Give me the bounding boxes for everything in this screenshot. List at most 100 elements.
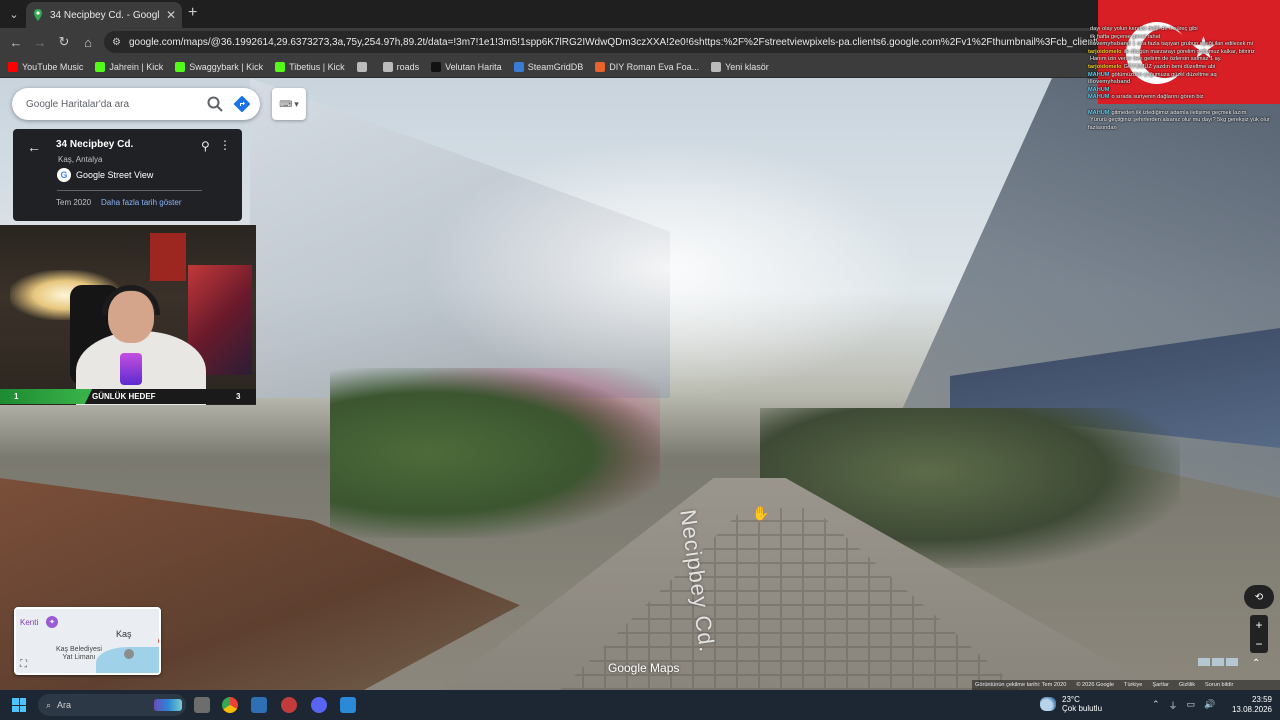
goal-label: GÜNLÜK HEDEF	[92, 392, 156, 401]
thumbnail[interactable]	[1226, 658, 1238, 666]
chat-username: illovemyhsband	[1088, 41, 1131, 48]
attribution-item[interactable]: Gizlilik	[1179, 682, 1195, 688]
tab-search-icon[interactable]: ⌄	[4, 4, 24, 24]
bookmark-item[interactable]: Yeni klasör	[711, 61, 769, 72]
chat-text: gitmeden ilk izlediğimiz adamla iletişim…	[1111, 109, 1247, 116]
layers-button[interactable]: ⌨ ▾	[272, 88, 306, 120]
back-arrow-icon[interactable]: ←	[27, 139, 41, 155]
bookmark-item[interactable]: Jahrein | Kick	[95, 61, 164, 72]
chrome-icon[interactable]	[222, 697, 238, 713]
location-pin-icon[interactable]: ⚲	[201, 139, 210, 153]
chat-message: Yürürü geçtiğiniz şehirlerden alsanız ol…	[1088, 117, 1278, 132]
weather-temp: 23°C	[1062, 695, 1080, 704]
browser-tab[interactable]: 34 Necipbey Cd. - Google Harit ✕	[26, 2, 182, 28]
bookmark-favicon-icon	[356, 61, 367, 72]
tab-strip: ⌄ 34 Necipbey Cd. - Google Harit ✕ +	[0, 0, 1280, 28]
site-info-icon[interactable]: ⚙	[112, 37, 121, 48]
streamer-webcam	[0, 225, 256, 405]
bookmark-item[interactable]: Swaggybark | Kick	[175, 61, 263, 72]
bookmark-item[interactable]: roads	[382, 61, 420, 72]
chevron-up-icon[interactable]: ⌃	[1152, 699, 1160, 712]
reload-icon[interactable]: ↻	[52, 30, 76, 54]
tab-title: 34 Necipbey Cd. - Google Harit	[50, 9, 160, 21]
forward-icon[interactable]: →	[28, 30, 52, 54]
capture-date: Tem 2020	[56, 198, 92, 207]
chat-message: illovemyhsband 1 sıra fazla taşıyan grubu…	[1088, 41, 1278, 49]
clock-date: 13.08.2026	[1231, 705, 1272, 714]
photo-thumbnails[interactable]	[1198, 658, 1238, 666]
google-maps-favicon-icon	[34, 9, 42, 21]
attribution-item[interactable]: Sorun bildir	[1205, 682, 1233, 688]
bookmark-item[interactable]: SteamGridDB	[513, 61, 583, 72]
new-tab-icon[interactable]: +	[188, 4, 197, 22]
compass-icon[interactable]: ⟲	[1244, 585, 1274, 609]
windows-taskbar: ⌕ Ara 23°C Çok bulutlu ⌃ ⏚ ▭ 🔊 23:59 13.…	[0, 690, 1280, 720]
bookmark-item[interactable]: DIY Roman Eva Foa...	[595, 61, 700, 72]
daily-goal-bar: 1 GÜNLÜK HEDEF 3	[0, 389, 256, 404]
google-maps-logo: Google Maps	[608, 661, 680, 675]
bookmark-item[interactable]: Tibetius | Kick	[275, 61, 345, 72]
street-view-panorama[interactable]: Necipbey Cd. ✋ Google Haritalar'da ara ⌨…	[0, 78, 1280, 690]
clock[interactable]: 23:59 13.08.2026	[1226, 695, 1272, 715]
bookmark-item[interactable]	[356, 61, 371, 72]
chat-message: MAHUM gitmeden ilk izlediğimiz adamla ile…	[1088, 110, 1278, 118]
stream-chat: dayı olay yolun kendisi değil de o süreç…	[1088, 26, 1278, 132]
weather-widget[interactable]: 23°C Çok bulutlu	[1040, 695, 1102, 713]
search-highlight-icon	[154, 699, 182, 711]
bookmark-label: DIY Roman Eva Foa...	[609, 61, 700, 72]
address-bar[interactable]: ⚙ google.com/maps/@36.1992614,29.6373273…	[104, 31, 1104, 53]
chat-text: dayı olay yolun kendisi değil de o süreç…	[1090, 26, 1198, 32]
marina-icon	[124, 649, 134, 659]
bookmark-favicon-icon	[382, 61, 393, 72]
zoom-control: + −	[1250, 615, 1268, 653]
bookmark-label: roads	[396, 61, 420, 72]
taskbar-search[interactable]: ⌕ Ara	[38, 694, 186, 716]
thumbnail[interactable]	[1198, 658, 1210, 666]
bookmark-favicon-icon	[431, 61, 442, 72]
zoom-in-button[interactable]: +	[1250, 615, 1268, 634]
search-icon[interactable]	[206, 95, 224, 113]
chat-username: MAHUM	[1088, 71, 1110, 78]
chat-username: MAHUM	[1088, 86, 1110, 93]
taskbar-search-label: Ara	[57, 700, 72, 710]
bookmark-favicon-icon	[175, 61, 186, 72]
chat-username: illovemyhsband	[1088, 79, 1131, 86]
chevron-up-icon[interactable]: ⌃	[1252, 658, 1260, 669]
usb-icon[interactable]: ⏚	[1169, 699, 1178, 712]
monitor-icon[interactable]: ▭	[1187, 699, 1196, 712]
place-address: 34 Necipbey Cd.	[56, 139, 134, 150]
volume-icon[interactable]: 🔊	[1204, 699, 1215, 712]
bookmark-label: Tibetius | Kick	[289, 61, 345, 72]
bookmark-item[interactable]: Velutan Harita	[431, 61, 502, 72]
attribution-item: © 2026 Google	[1076, 682, 1115, 688]
attribution-item[interactable]: Şartlar	[1152, 682, 1168, 688]
directions-icon[interactable]	[234, 96, 250, 112]
minimap[interactable]: Kenti ✦ Kaş Kaş Belediyesi Yat Limanı ⛶	[14, 607, 161, 675]
chat-text: götümüzden çoğumuza güzel düzeltme aq	[1111, 71, 1217, 78]
home-icon[interactable]: ⌂	[76, 30, 100, 54]
chat-text: Hanım izin verse ben gelirim de özlersin…	[1090, 56, 1222, 63]
bookmark-favicon-icon	[275, 61, 286, 72]
windows-start-icon[interactable]	[12, 698, 26, 712]
attribution-item[interactable]: Türkiye	[1124, 682, 1142, 688]
back-icon[interactable]: ←	[4, 30, 28, 54]
zoom-out-button[interactable]: −	[1250, 634, 1268, 653]
thumbnail[interactable]	[1212, 658, 1224, 666]
more-dates-link[interactable]: Daha fazla tarih göster	[101, 198, 182, 207]
bookmark-item[interactable]: YouTube Music	[8, 61, 83, 72]
chevron-down-icon: ▾	[294, 98, 299, 109]
chat-message	[1088, 102, 1278, 110]
app-icon[interactable]	[251, 697, 267, 713]
app-icon[interactable]	[281, 697, 297, 713]
bookmark-label: Jahrein | Kick	[109, 61, 164, 72]
app-icon[interactable]	[340, 697, 356, 713]
sky	[420, 138, 920, 398]
cloud-icon	[1040, 697, 1056, 711]
more-options-icon[interactable]: ⋮	[219, 138, 231, 152]
discord-icon[interactable]	[311, 697, 327, 713]
tab-close-icon[interactable]: ✕	[166, 8, 176, 22]
maps-search-box[interactable]: Google Haritalar'da ara	[12, 88, 260, 120]
bookmark-favicon-icon	[711, 61, 722, 72]
expand-map-icon[interactable]: ⛶	[20, 659, 32, 671]
task-view-icon[interactable]	[194, 697, 210, 713]
